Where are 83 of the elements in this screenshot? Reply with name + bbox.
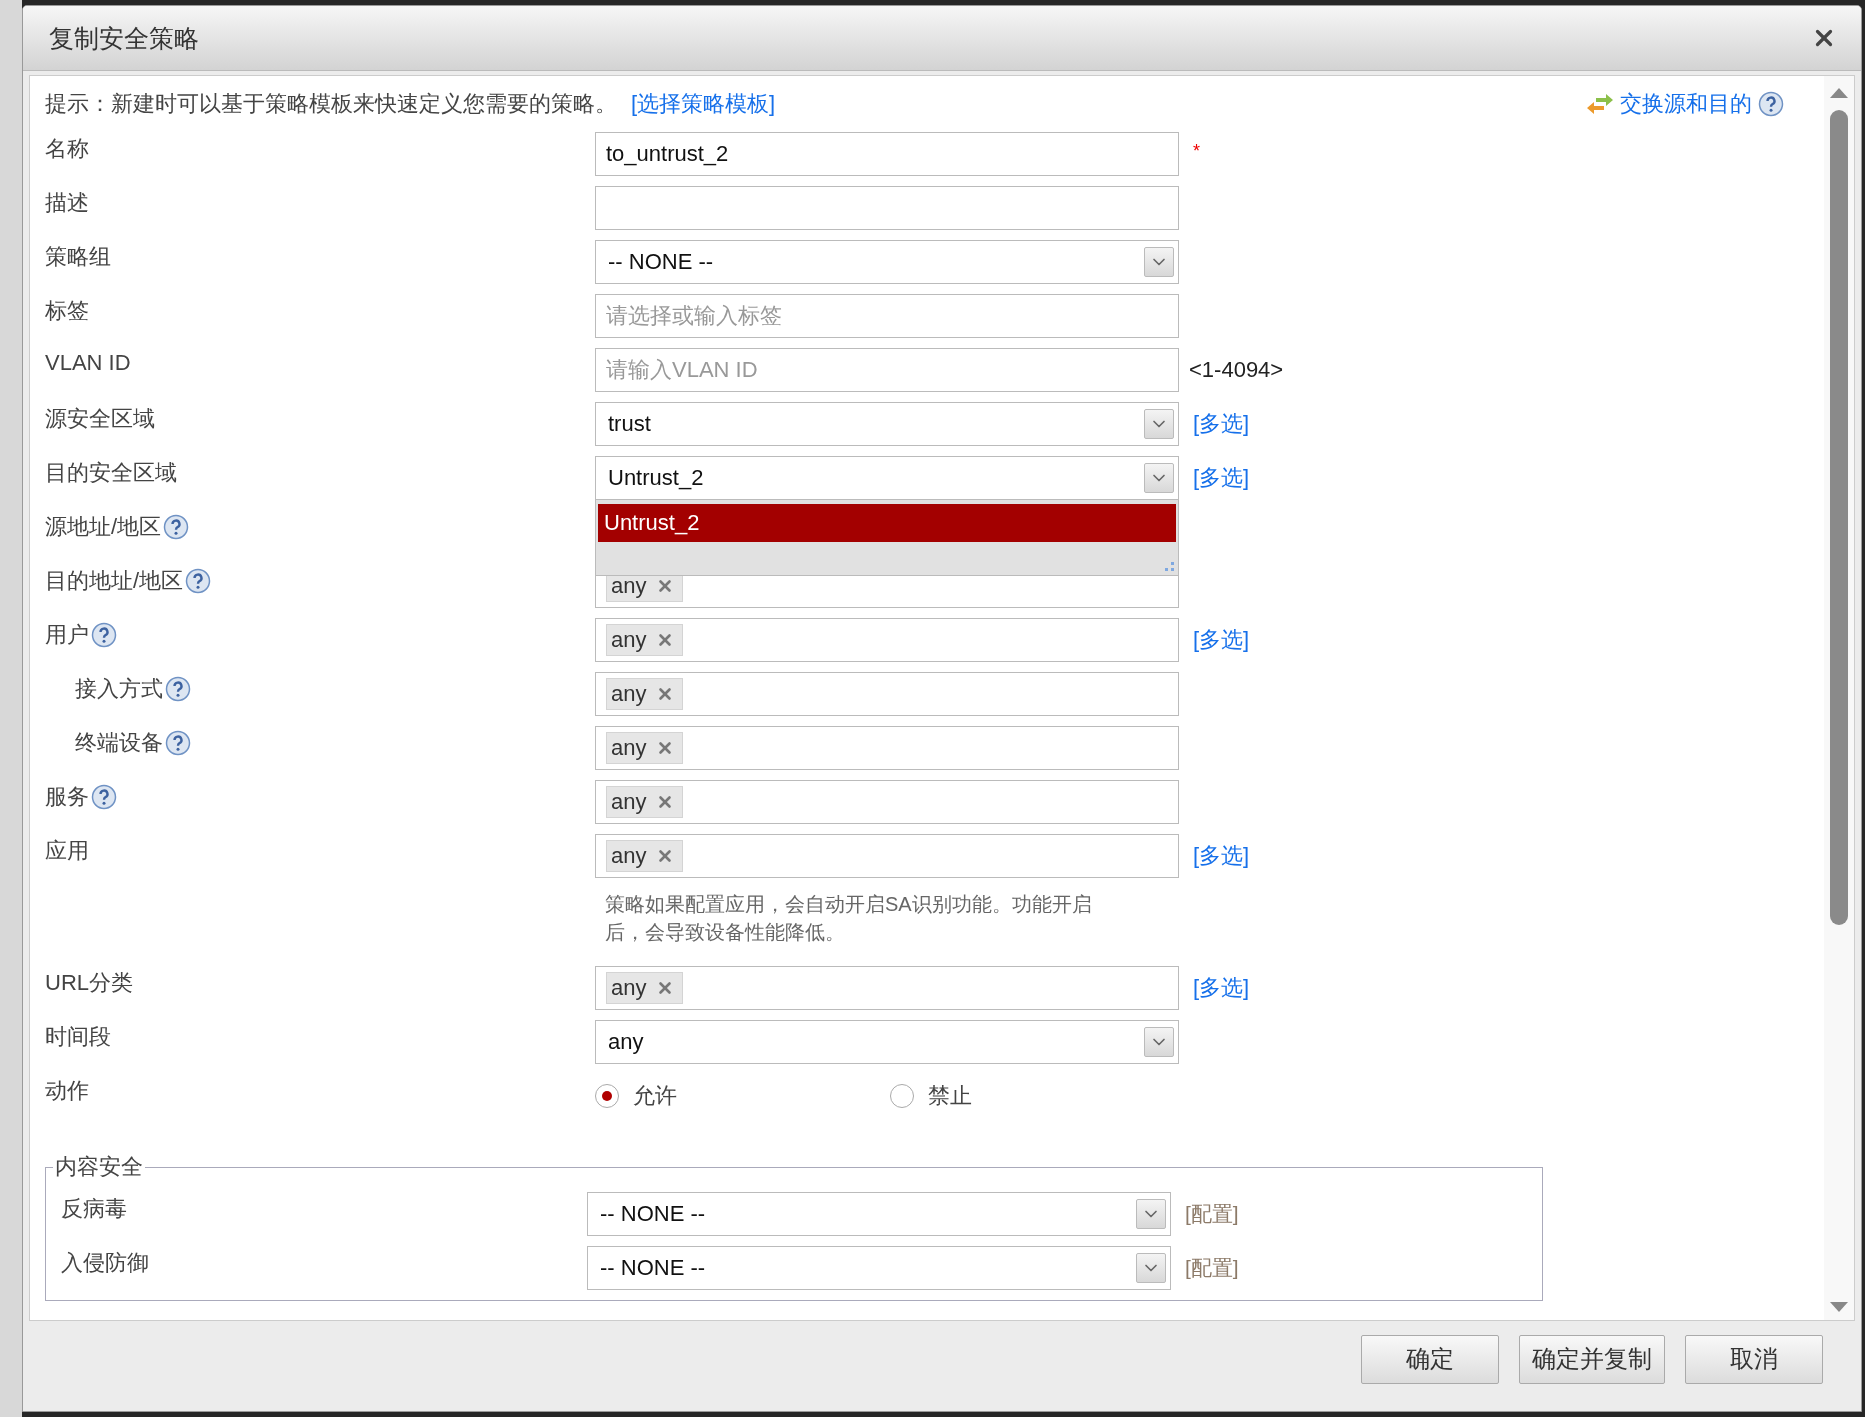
select-field[interactable]: -- NONE --	[587, 1192, 1171, 1236]
field-label: 源地址/地区	[45, 513, 162, 541]
tag-field[interactable]: any	[595, 726, 1179, 770]
tag-chip: any	[606, 678, 684, 710]
help-icon[interactable]	[1758, 91, 1784, 117]
radio-option[interactable]: 禁止	[890, 1081, 1185, 1111]
field-label: 用户	[45, 621, 89, 649]
help-icon[interactable]	[91, 622, 117, 648]
field-label: 策略组	[45, 243, 111, 271]
help-icon[interactable]	[165, 730, 191, 756]
scroll-down-icon[interactable]	[1830, 1302, 1848, 1312]
tag-chip: any	[606, 840, 684, 872]
field-label: 源安全区域	[45, 405, 155, 433]
field-label: 动作	[45, 1077, 89, 1105]
scrollbar[interactable]	[1824, 76, 1854, 1320]
tag-chip: any	[606, 786, 684, 818]
help-icon[interactable]	[165, 676, 191, 702]
multi-select-link[interactable]: [多选]	[1193, 841, 1250, 871]
field-label: VLAN ID	[45, 350, 131, 376]
config-link[interactable]: [配置]	[1185, 1200, 1239, 1228]
dialog-button[interactable]: 取消	[1685, 1334, 1823, 1384]
template-link[interactable]: [选择策略模板]	[631, 89, 776, 119]
help-icon[interactable]	[91, 784, 117, 810]
multi-select-link[interactable]: [多选]	[1193, 463, 1250, 493]
chevron-down-icon[interactable]	[1136, 1199, 1166, 1229]
select-field[interactable]: -- NONE --	[595, 240, 1179, 284]
chevron-down-icon[interactable]	[1144, 409, 1174, 439]
config-link[interactable]: [配置]	[1185, 1254, 1239, 1282]
select-field[interactable]: -- NONE --	[587, 1246, 1171, 1290]
tag-field[interactable]: any	[595, 780, 1179, 824]
tag-chip: any	[606, 732, 684, 764]
radio-button[interactable]	[890, 1084, 914, 1108]
swap-link[interactable]: 交换源和目的	[1620, 89, 1752, 119]
field-label: 接入方式	[75, 675, 163, 703]
required-mark: *	[1193, 140, 1200, 162]
tag-field[interactable]: any	[595, 672, 1179, 716]
field-label: 标签	[45, 297, 89, 325]
chevron-down-icon[interactable]	[1144, 463, 1174, 493]
note-text: 策略如果配置应用，会自动开启SA识别功能。功能开启后，会导致设备性能降低。	[605, 892, 1093, 945]
scroll-thumb[interactable]	[1830, 110, 1848, 925]
radio-button[interactable]	[595, 1084, 619, 1108]
field-label: 时间段	[45, 1023, 111, 1051]
dropdown-option[interactable]: Untrust_2	[598, 504, 1176, 542]
field-label: 应用	[45, 837, 89, 865]
multi-select-link[interactable]: [多选]	[1193, 409, 1250, 439]
tag-field[interactable]: any	[595, 966, 1179, 1010]
range-hint: <1-4094>	[1189, 357, 1284, 383]
group-legend: 内容安全	[53, 1152, 145, 1182]
tag-chip: any	[606, 972, 684, 1004]
multi-select-link[interactable]: [多选]	[1193, 973, 1250, 1003]
field-label: 服务	[45, 783, 89, 811]
field-label: 反病毒	[61, 1195, 127, 1223]
resize-grip-icon[interactable]	[1165, 562, 1175, 572]
multi-select-link[interactable]: [多选]	[1193, 625, 1250, 655]
chevron-down-icon[interactable]	[1136, 1253, 1166, 1283]
scroll-up-icon[interactable]	[1830, 88, 1848, 98]
field-label: 目的地址/地区	[45, 567, 184, 595]
field-label: 入侵防御	[61, 1249, 149, 1277]
select-field[interactable]: any	[595, 1020, 1179, 1064]
text-field[interactable]: to_untrust_2	[595, 132, 1179, 176]
select-field[interactable]: trust	[595, 402, 1179, 446]
field-label: 描述	[45, 189, 89, 217]
swap-arrows-icon[interactable]	[1586, 92, 1614, 116]
text-field[interactable]: 请选择或输入标签	[595, 294, 1179, 338]
field-label: URL分类	[45, 969, 133, 997]
radio-option[interactable]: 允许	[595, 1081, 890, 1111]
tag-field[interactable]: any	[595, 834, 1179, 878]
help-icon[interactable]	[185, 568, 212, 594]
chevron-down-icon[interactable]	[1144, 1027, 1174, 1057]
select-field[interactable]: Untrust_2	[595, 456, 1179, 500]
tag-field[interactable]: any	[595, 618, 1179, 662]
dialog-button[interactable]: 确定	[1361, 1334, 1499, 1384]
text-field[interactable]	[595, 186, 1179, 230]
dialog-title: 复制安全策略	[49, 22, 199, 54]
dialog-button[interactable]: 确定并复制	[1519, 1334, 1665, 1384]
help-icon[interactable]	[163, 514, 190, 540]
tag-chip: any	[606, 624, 684, 656]
field-label: 名称	[45, 135, 89, 163]
field-label: 终端设备	[75, 729, 163, 757]
field-label: 目的安全区域	[45, 459, 177, 487]
hint-text: 提示：新建时可以基于策略模板来快速定义您需要的策略。	[45, 90, 617, 118]
text-field[interactable]: 请输入VLAN ID	[595, 348, 1179, 392]
chevron-down-icon[interactable]	[1144, 247, 1174, 277]
